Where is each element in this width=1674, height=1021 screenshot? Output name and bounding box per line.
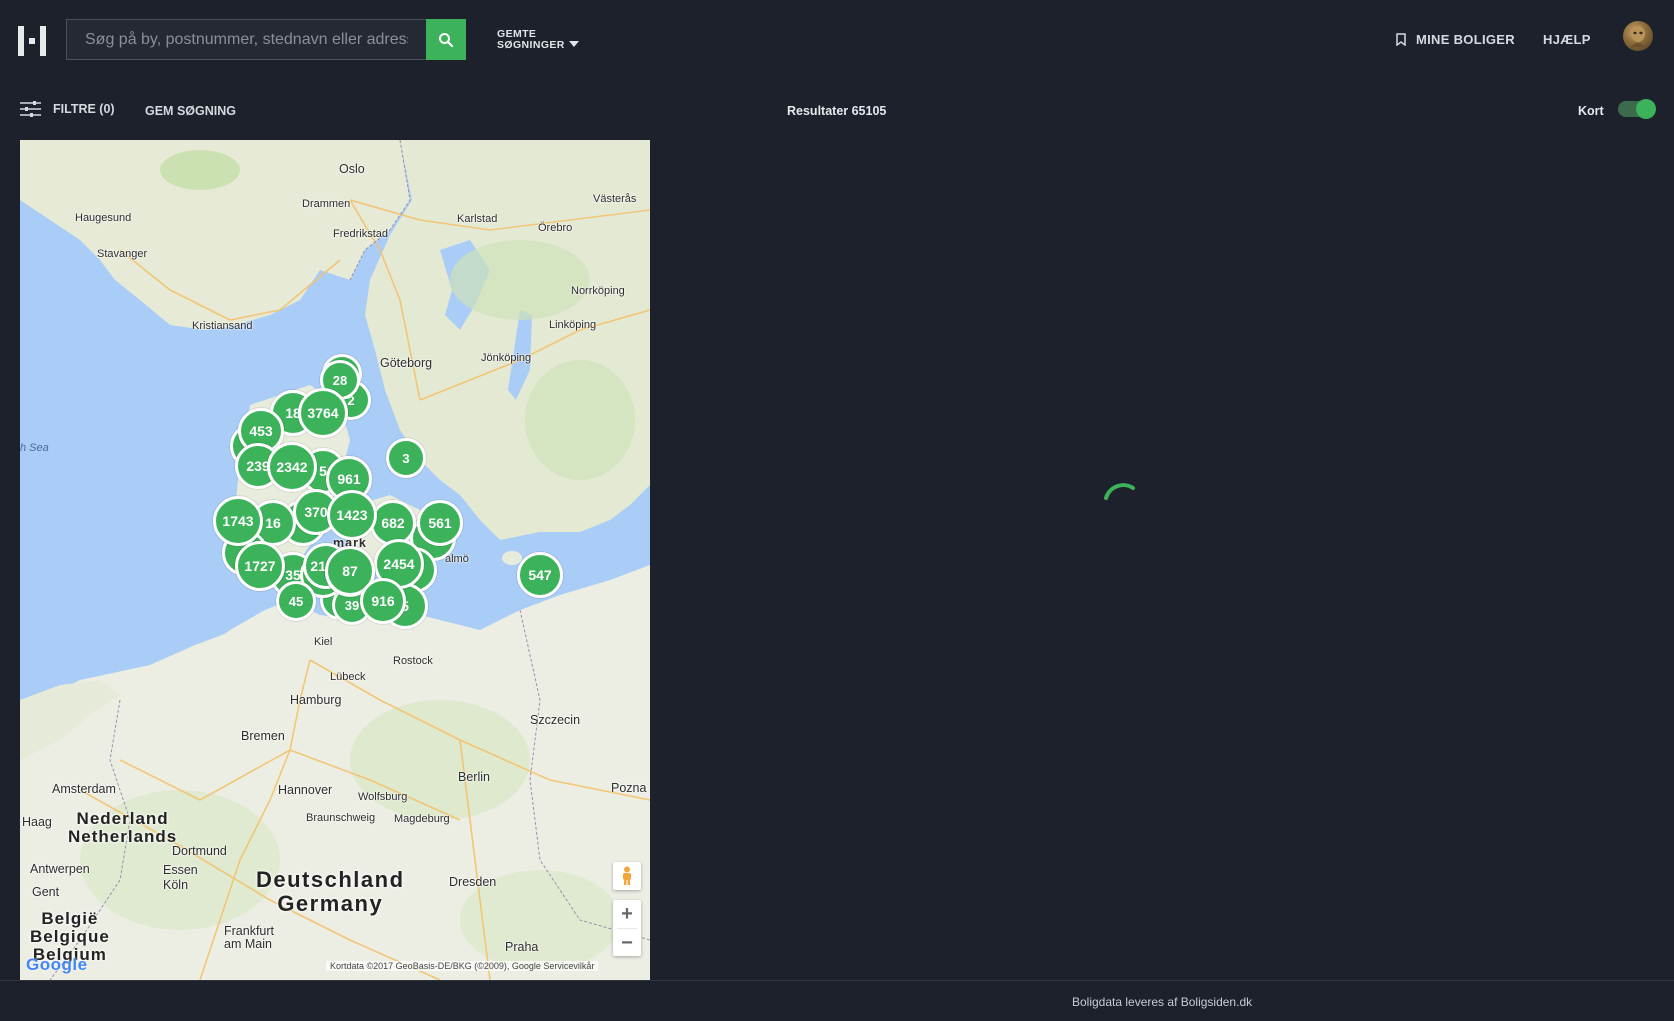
- city-jonkoping: Jönköping: [481, 352, 532, 364]
- city-stavanger: Stavanger: [97, 248, 148, 260]
- city-fredrikstad: Fredrikstad: [333, 228, 389, 240]
- footer-divider: [0, 980, 1674, 981]
- country-netherlands-en: Netherlands: [68, 827, 178, 846]
- saved-searches-dropdown[interactable]: GEMTE SØGNINGER: [497, 29, 579, 51]
- footer-credit: Boligdata leveres af Boligsiden.dk: [1072, 995, 1253, 1009]
- zoom-out-button[interactable]: −: [613, 929, 641, 957]
- saved-searches-label-2: SØGNINGER: [497, 39, 565, 51]
- filter-sliders-icon: [20, 101, 41, 117]
- city-goteborg: Göteborg: [380, 356, 433, 370]
- pegman-icon: [623, 866, 631, 885]
- zoom-in-button[interactable]: +: [613, 900, 641, 928]
- city-bremen: Bremen: [241, 729, 285, 743]
- my-homes-link[interactable]: MINE BOLIGER: [1396, 32, 1515, 47]
- results-count: Resultater 65105: [787, 104, 887, 118]
- city-oslo: Oslo: [339, 162, 365, 176]
- city-kristiansand: Kristiansand: [192, 320, 253, 332]
- map-cluster[interactable]: 45: [276, 581, 316, 621]
- map-cluster[interactable]: 1727: [235, 541, 285, 591]
- city-orebro: Örebro: [538, 222, 573, 234]
- map-cluster[interactable]: 3: [386, 438, 426, 478]
- city-karlstad: Karlstad: [457, 213, 498, 225]
- help-link[interactable]: HJÆLP: [1543, 32, 1591, 47]
- city-norrkoping: Norrköping: [571, 285, 625, 297]
- city-kiel: Kiel: [314, 636, 333, 648]
- city-magdeburg: Magdeburg: [394, 813, 450, 825]
- map-cluster[interactable]: 561: [417, 500, 463, 546]
- city-amsterdam: Amsterdam: [52, 782, 116, 796]
- my-homes-label: MINE BOLIGER: [1416, 32, 1515, 47]
- city-haugesund: Haugesund: [75, 212, 132, 224]
- city-berlin: Berlin: [458, 770, 490, 784]
- logo-icon[interactable]: [18, 26, 46, 56]
- country-germany: Deutschland Germany: [256, 868, 405, 916]
- map-cluster[interactable]: 916: [360, 578, 406, 624]
- map[interactable]: h Sea Oslo Drammen Fredrikstad Haugesund…: [20, 140, 650, 980]
- city-antwerpen: Antwerpen: [30, 862, 90, 876]
- search-button[interactable]: [426, 19, 466, 60]
- city-braunschweig: Braunschweig: [306, 812, 376, 824]
- country-netherlands-local: Nederland: [76, 809, 169, 828]
- save-search-button[interactable]: GEM SØGNING: [145, 104, 236, 118]
- pegman-button[interactable]: [613, 862, 641, 890]
- city-vasteras: Västerås: [593, 193, 637, 205]
- country-belgium-nl: België: [41, 909, 99, 928]
- filters-label: FILTRE (0): [53, 102, 115, 116]
- country-germany-en: Germany: [277, 891, 384, 916]
- map-cluster[interactable]: 1423: [327, 490, 377, 540]
- city-drammen: Drammen: [302, 198, 351, 210]
- city-hamburg: Hamburg: [290, 693, 342, 707]
- city-frankfurt: Frankfurt am Main: [224, 924, 275, 951]
- city-essen: Essen: [163, 863, 198, 877]
- city-poznan: Pozna: [611, 781, 647, 795]
- city-szczecin: Szczecin: [530, 713, 581, 727]
- city-hannover: Hannover: [278, 783, 333, 797]
- city-dresden: Dresden: [449, 875, 497, 889]
- sea-label: h Sea: [20, 442, 49, 454]
- map-cluster[interactable]: 1743: [213, 496, 263, 546]
- city-rostock: Rostock: [393, 655, 433, 667]
- zoom-control: + −: [613, 900, 641, 956]
- city-haag: Haag: [22, 815, 52, 829]
- loading-spinner-icon: [1104, 483, 1135, 500]
- search-icon: [439, 32, 454, 47]
- city-koln: Köln: [163, 878, 189, 892]
- google-logo-text: Google: [26, 955, 88, 974]
- country-netherlands: Nederland Netherlands: [68, 810, 177, 846]
- search-box: [66, 19, 466, 60]
- top-header: GEMTE SØGNINGER MINE BOLIGER HJÆLP: [0, 0, 1674, 80]
- bookmark-icon: [1396, 33, 1406, 46]
- map-attribution[interactable]: Kortdata ©2017 GeoBasis-DE/BKG (©2009), …: [326, 961, 599, 971]
- map-cluster[interactable]: 547: [517, 552, 563, 598]
- city-praha: Praha: [505, 940, 539, 954]
- map-cluster[interactable]: 2342: [267, 442, 317, 492]
- city-lubeck: Lübeck: [330, 671, 366, 683]
- city-wolfsburg: Wolfsburg: [358, 791, 408, 803]
- city-linkoping: Linköping: [549, 319, 597, 331]
- city-dortmund: Dortmund: [172, 844, 227, 858]
- country-belgium-fr: Belgique: [30, 927, 110, 946]
- search-input[interactable]: [66, 19, 426, 60]
- map-toggle-label: Kort: [1578, 104, 1604, 118]
- filters-button[interactable]: FILTRE (0): [20, 101, 115, 117]
- map-cluster[interactable]: 3764: [298, 388, 348, 438]
- map-toggle[interactable]: [1618, 99, 1656, 119]
- caret-down-icon: [569, 41, 579, 47]
- google-logo[interactable]: Google: [26, 955, 88, 975]
- avatar[interactable]: [1623, 21, 1653, 51]
- city-gent: Gent: [32, 885, 60, 899]
- country-germany-local: Deutschland: [256, 867, 405, 892]
